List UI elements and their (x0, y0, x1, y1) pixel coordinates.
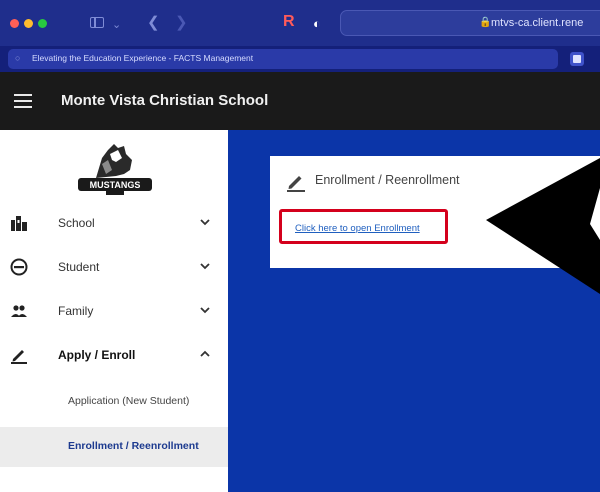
maximize-window-button[interactable] (38, 19, 47, 28)
browser-titlebar: ⌄ ❮ ❯ R ◐ 🔒 mtvs-ca.client.rene (0, 0, 600, 46)
close-window-button[interactable] (10, 19, 19, 28)
school-icon (11, 216, 27, 231)
back-arrow-icon[interactable]: ❮ (147, 13, 160, 33)
sidebar-toggle-icon[interactable] (90, 17, 104, 28)
minimize-window-button[interactable] (24, 19, 33, 28)
sidebar-subitem-label: Application (New Student) (68, 395, 190, 407)
sidebar: MUSTANGS School Student Family Apply / E… (0, 130, 228, 492)
highlight-box: Click here to open Enrollment (279, 209, 448, 244)
lock-icon: 🔒 (479, 17, 492, 28)
sidebar-item-school[interactable]: School (0, 202, 228, 246)
school-name: Monte Vista Christian School (61, 92, 269, 109)
tab-overview-button[interactable] (570, 52, 584, 66)
browser-tab[interactable]: ○ Elevating the Education Experience - F… (8, 49, 558, 69)
family-icon (11, 305, 27, 317)
sidebar-item-family[interactable]: Family (0, 290, 228, 334)
address-bar[interactable]: 🔒 mtvs-ca.client.rene (340, 10, 600, 36)
logo-text: MUSTANGS (90, 180, 141, 190)
chevron-down-icon[interactable] (198, 303, 212, 317)
sidebar-subitem-enrollment[interactable]: Enrollment / Reenrollment (0, 427, 228, 467)
shield-icon[interactable]: ◐ (313, 14, 321, 34)
address-text[interactable]: mtvs-ca.client.rene (491, 17, 583, 29)
forward-arrow-icon[interactable]: ❯ (175, 13, 188, 33)
hamburger-menu-icon[interactable] (14, 94, 32, 108)
sidebar-subitem-application[interactable]: Application (New Student) (0, 382, 228, 422)
chevron-up-icon[interactable] (198, 347, 212, 361)
pencil-icon (287, 176, 305, 192)
sidebar-item-label: Family (58, 304, 94, 318)
app-header: Monte Vista Christian School (0, 72, 600, 130)
open-enrollment-link[interactable]: Click here to open Enrollment (295, 223, 420, 234)
sidebar-subitem-label: Enrollment / Reenrollment (68, 440, 199, 452)
sidebar-item-student[interactable]: Student (0, 246, 228, 290)
chevron-down-icon[interactable] (198, 215, 212, 229)
main-content: Enrollment / Reenrollment Click here to … (228, 130, 600, 492)
tab-title: Elevating the Education Experience - FAC… (32, 53, 254, 63)
chevron-down-icon[interactable] (198, 259, 212, 273)
student-icon (10, 258, 28, 276)
enrollment-card: Enrollment / Reenrollment Click here to … (270, 156, 600, 268)
r-extension-icon[interactable]: R (283, 12, 295, 32)
tab-favicon-icon: ○ (15, 53, 21, 63)
mustangs-logo: MUSTANGS (78, 144, 152, 195)
tab-bar: ○ Elevating the Education Experience - F… (0, 46, 600, 72)
card-title: Enrollment / Reenrollment (315, 173, 460, 187)
sidebar-item-label: Student (58, 260, 100, 274)
sidebar-item-label: Apply / Enroll (58, 348, 136, 362)
chevron-down-icon[interactable]: ⌄ (112, 15, 121, 35)
sidebar-item-label: School (58, 216, 95, 230)
sidebar-item-apply-enroll[interactable]: Apply / Enroll (0, 334, 228, 378)
tab-overview-icon (573, 55, 581, 63)
pencil-icon (11, 350, 27, 364)
